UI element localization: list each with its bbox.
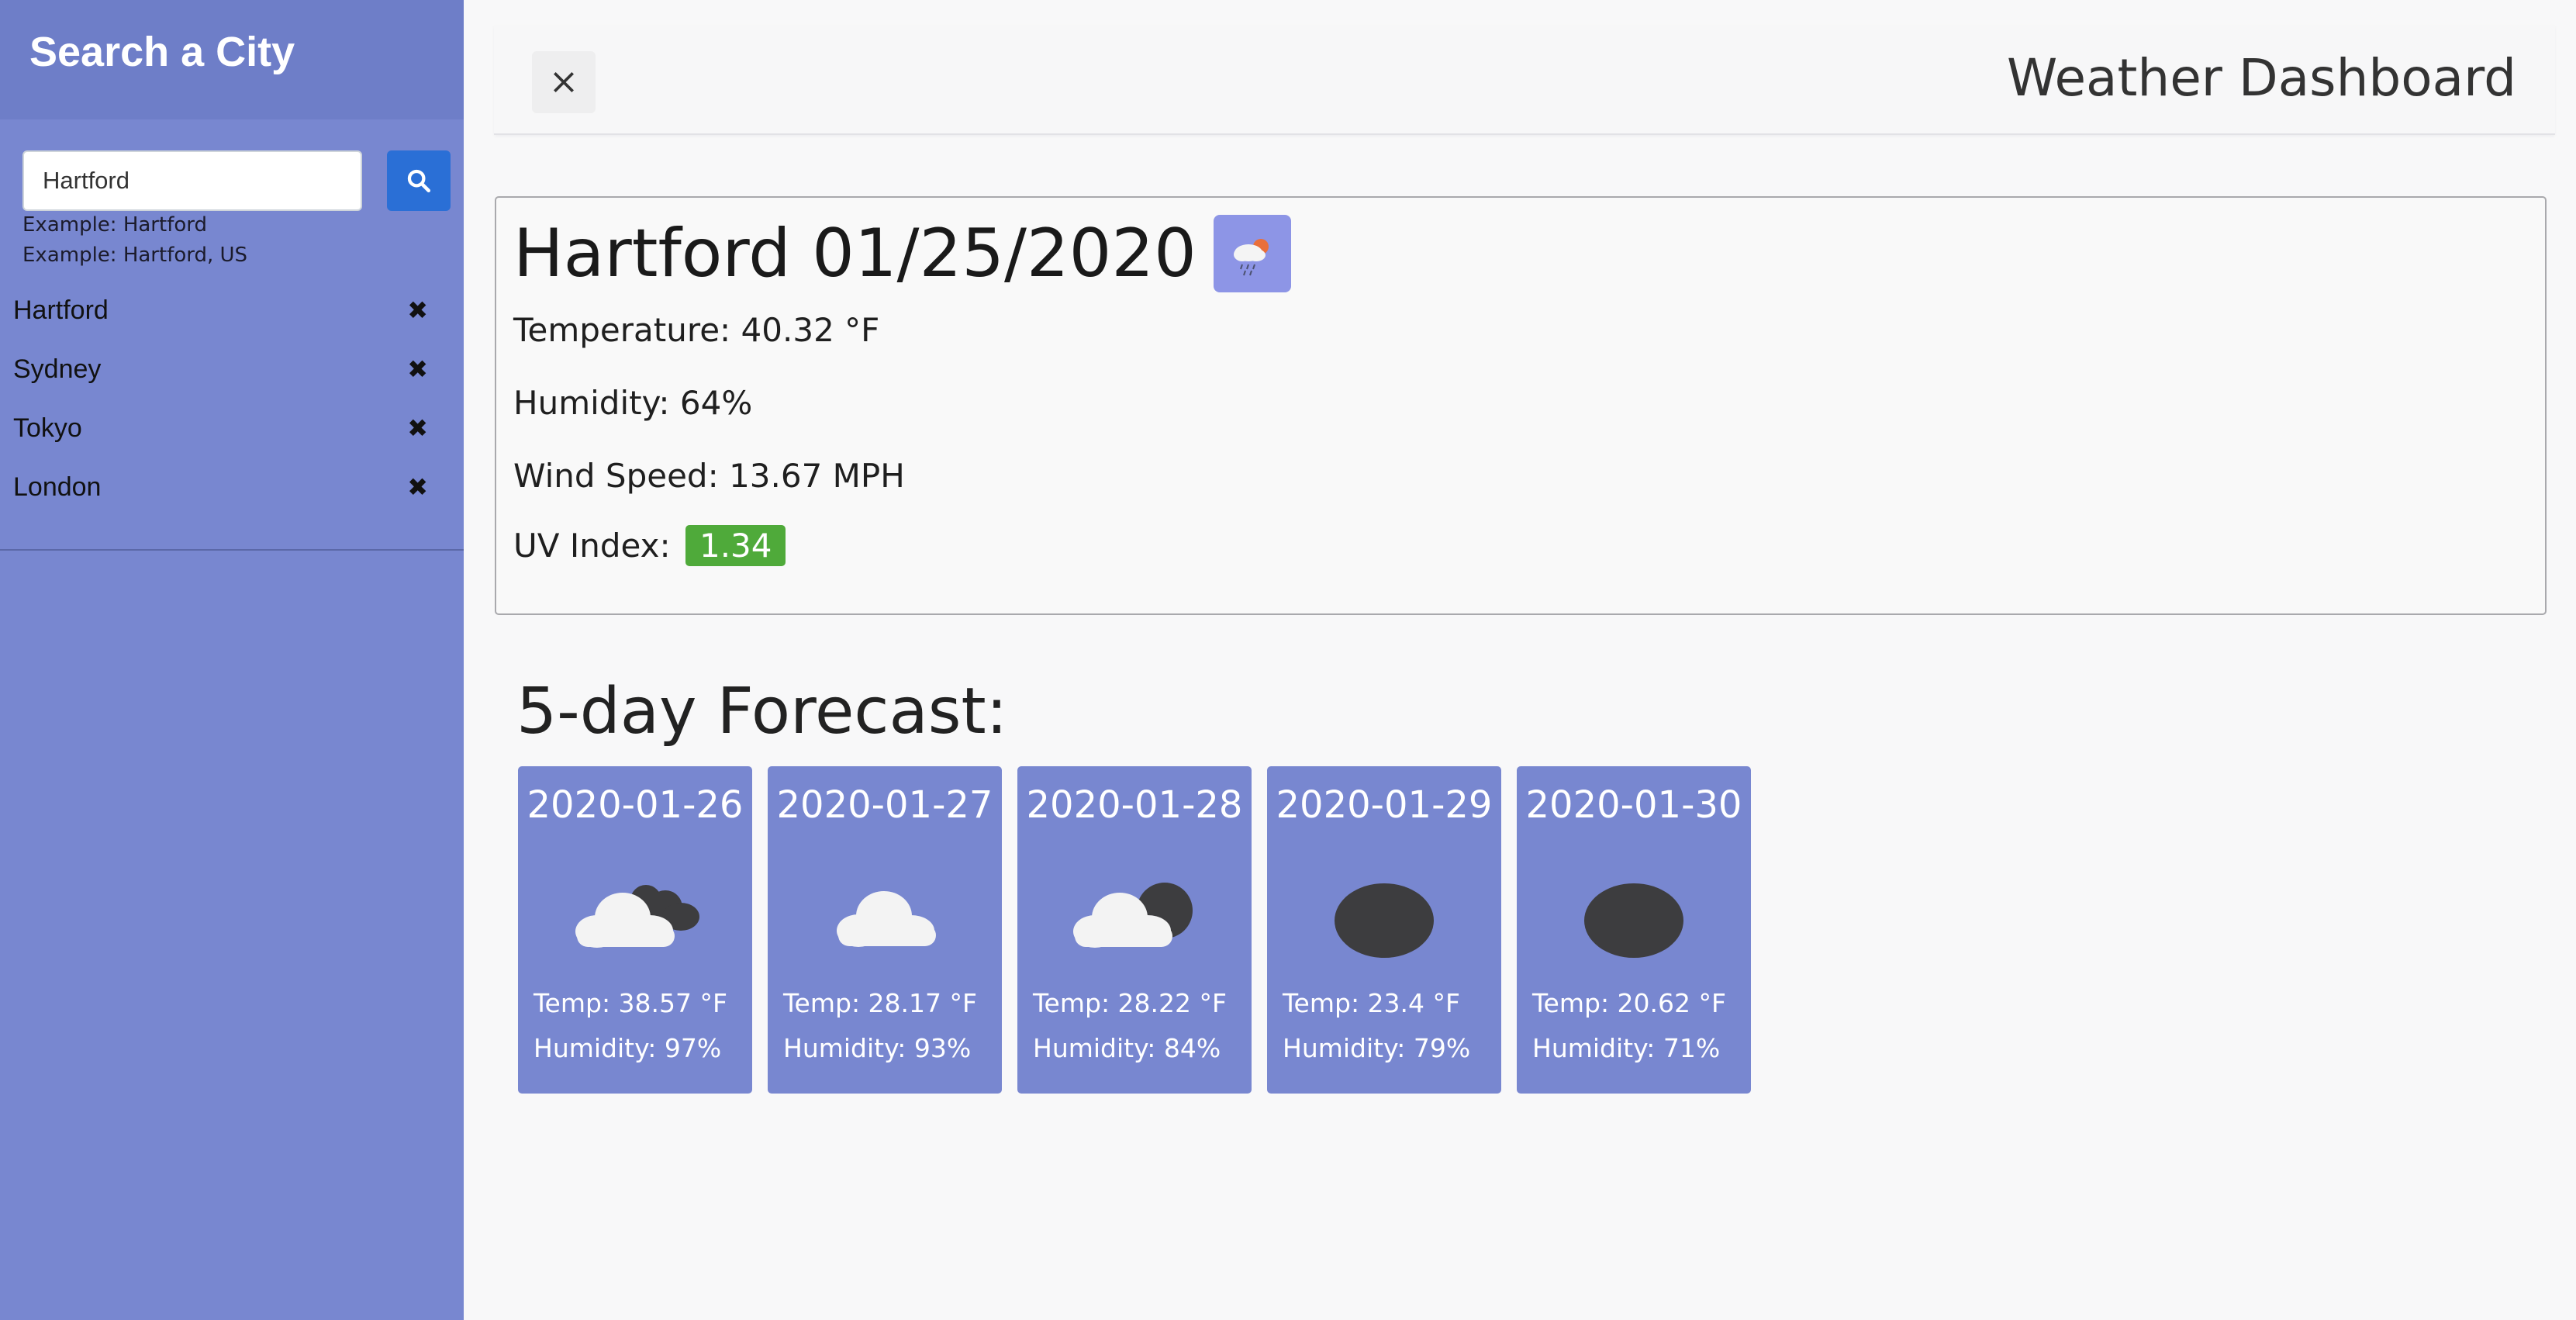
- forecast-date: 2020-01-28: [1026, 783, 1243, 827]
- current-weather-icon-badge: [1213, 215, 1291, 292]
- forecast-card: 2020-01-26 Temp: 38.57 °F Humidity: 97%: [518, 766, 752, 1094]
- temperature-text: Temperature: 40.32 °F: [513, 311, 880, 349]
- forecast-temp: Temp: 20.62 °F: [1532, 988, 1726, 1018]
- current-weather-card: Hartford 01/25/2020 Temperature: 40.32 °…: [495, 196, 2547, 615]
- forecast-date: 2020-01-29: [1276, 783, 1493, 827]
- forecast-humidity: Humidity: 93%: [783, 1033, 972, 1063]
- search-button[interactable]: [387, 150, 451, 211]
- city-item-london[interactable]: London ✖: [0, 458, 464, 517]
- forecast-humidity: Humidity: 71%: [1532, 1033, 1721, 1063]
- forecast-temp: Temp: 28.22 °F: [1033, 988, 1227, 1018]
- uv-index-label: UV Index:: [513, 527, 671, 565]
- top-bar: Weather Dashboard: [494, 25, 2555, 135]
- overcast-icon: [1335, 883, 1434, 958]
- app-title: Weather Dashboard: [2007, 48, 2516, 108]
- remove-city-icon[interactable]: ✖: [407, 357, 428, 382]
- search-hint: Example: Hartford: [22, 213, 207, 237]
- close-icon: [554, 72, 574, 92]
- forecast-humidity: Humidity: 84%: [1033, 1033, 1221, 1063]
- search-icon: [407, 169, 431, 193]
- forecast-date: 2020-01-26: [527, 783, 744, 827]
- sidebar-header: Search a City: [0, 0, 464, 119]
- forecast-title: 5-day Forecast:: [516, 675, 1008, 748]
- city-search-input[interactable]: [22, 150, 362, 211]
- overcast-icon: [1584, 883, 1683, 958]
- forecast-temp: Temp: 38.57 °F: [534, 988, 727, 1018]
- forecast-card: 2020-01-30 Temp: 20.62 °F Humidity: 71%: [1517, 766, 1751, 1094]
- city-item-tokyo[interactable]: Tokyo ✖: [0, 399, 464, 458]
- cloudy-icon: [1073, 883, 1193, 948]
- forecast-card: 2020-01-29 Temp: 23.4 °F Humidity: 79%: [1267, 766, 1501, 1094]
- city-name: Tokyo: [13, 413, 82, 443]
- remove-city-icon[interactable]: ✖: [407, 298, 428, 323]
- search-hint: Example: Hartford, US: [22, 244, 248, 267]
- forecast-card: 2020-01-27 Temp: 28.17 °F Humidity: 93%: [768, 766, 1002, 1094]
- city-name: Hartford: [13, 295, 109, 325]
- search-row: [22, 150, 451, 211]
- forecast-temp: Temp: 28.17 °F: [783, 988, 977, 1018]
- remove-city-icon[interactable]: ✖: [407, 416, 428, 441]
- saved-city-list: Hartford ✖ Sydney ✖ Tokyo ✖ London ✖: [0, 281, 464, 517]
- sidebar-title: Search a City: [29, 29, 295, 75]
- city-item-hartford[interactable]: Hartford ✖: [0, 281, 464, 340]
- forecast-card: 2020-01-28 Temp: 28.22 °F Humidity: 84%: [1017, 766, 1252, 1094]
- city-item-sydney[interactable]: Sydney ✖: [0, 340, 464, 399]
- city-name: London: [13, 472, 102, 502]
- forecast-humidity: Humidity: 79%: [1283, 1033, 1471, 1063]
- forecast-humidity: Humidity: 97%: [534, 1033, 722, 1063]
- forecast-row: 2020-01-26 Temp: 38.57 °F Humidity: 97% …: [518, 766, 1766, 1094]
- broken-clouds-icon: [575, 885, 699, 948]
- cloud-icon: [837, 891, 936, 947]
- forecast-temp: Temp: 23.4 °F: [1283, 988, 1461, 1018]
- sidebar-divider: [0, 549, 464, 551]
- city-name: Sydney: [13, 354, 102, 384]
- city-date-title: Hartford 01/25/2020: [513, 215, 1196, 292]
- rain-cloud-sun-icon: [1233, 239, 1269, 276]
- humidity-text: Humidity: 64%: [513, 384, 753, 422]
- uv-index-badge: 1.34: [685, 525, 786, 566]
- forecast-date: 2020-01-30: [1525, 783, 1742, 827]
- remove-city-icon[interactable]: ✖: [407, 475, 428, 499]
- search-hints: Example: Hartford Example: Hartford, US: [22, 210, 247, 271]
- forecast-date: 2020-01-27: [776, 783, 993, 827]
- wind-speed-text: Wind Speed: 13.67 MPH: [513, 457, 905, 495]
- sidebar: Search a City Example: Hartford Example:…: [0, 0, 464, 1320]
- uv-index-row: UV Index: 1.34: [513, 525, 786, 566]
- current-heading: Hartford 01/25/2020: [513, 215, 1291, 292]
- close-sidebar-button[interactable]: [532, 51, 596, 113]
